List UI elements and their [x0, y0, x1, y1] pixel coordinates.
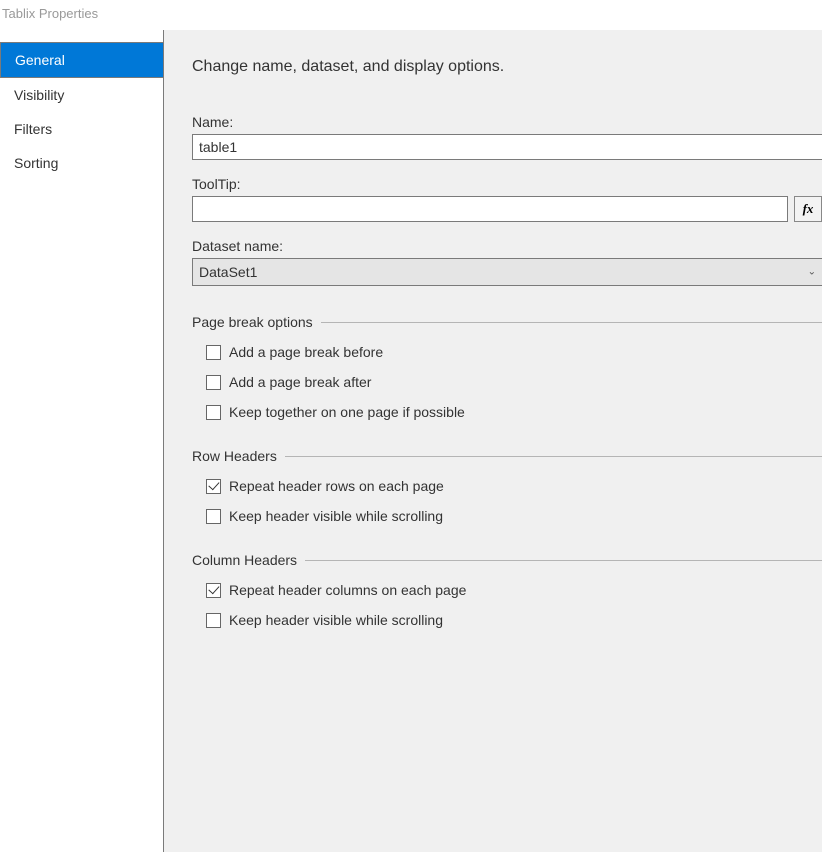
layout: General Visibility Filters Sorting Chang…	[0, 30, 822, 852]
tooltip-input[interactable]	[192, 196, 788, 222]
sidebar-item-filters[interactable]: Filters	[0, 112, 163, 146]
checkbox-label: Add a page break before	[229, 344, 383, 360]
row-headers-group: Row Headers Repeat header rows on each p…	[192, 448, 822, 524]
group-title: Page break options	[192, 314, 321, 330]
checkbox-page-break-before[interactable]: Add a page break before	[206, 344, 822, 360]
tooltip-row: ToolTip: fx	[192, 176, 822, 222]
fx-icon: fx	[803, 201, 814, 217]
checkbox-label: Keep together on one page if possible	[229, 404, 465, 420]
dataset-select-wrap: DataSet1 ⌄	[192, 258, 822, 286]
checkbox-repeat-column-headers[interactable]: Repeat header columns on each page	[206, 582, 822, 598]
sidebar-item-sorting[interactable]: Sorting	[0, 146, 163, 180]
sidebar-item-label: General	[15, 52, 65, 68]
checkbox-keep-row-header-visible[interactable]: Keep header visible while scrolling	[206, 508, 822, 524]
window-title: Tablix Properties	[0, 0, 822, 30]
column-headers-group: Column Headers Repeat header columns on …	[192, 552, 822, 628]
name-input[interactable]	[192, 134, 822, 160]
checkbox-icon	[206, 509, 221, 524]
checkbox-label: Add a page break after	[229, 374, 371, 390]
main-panel: Change name, dataset, and display option…	[163, 30, 822, 852]
checkbox-keep-together[interactable]: Keep together on one page if possible	[206, 404, 822, 420]
checkbox-label: Keep header visible while scrolling	[229, 612, 443, 628]
sidebar-item-label: Sorting	[14, 155, 58, 171]
checkbox-label: Repeat header columns on each page	[229, 582, 466, 598]
sidebar-item-general[interactable]: General	[0, 42, 163, 78]
group-header: Page break options	[192, 314, 822, 330]
page-heading: Change name, dataset, and display option…	[192, 58, 822, 76]
group-header: Row Headers	[192, 448, 822, 464]
divider	[321, 322, 822, 323]
sidebar-item-label: Visibility	[14, 87, 64, 103]
page-break-group: Page break options Add a page break befo…	[192, 314, 822, 420]
group-title: Row Headers	[192, 448, 285, 464]
checkbox-icon	[206, 345, 221, 360]
sidebar: General Visibility Filters Sorting	[0, 30, 163, 852]
checkbox-keep-column-header-visible[interactable]: Keep header visible while scrolling	[206, 612, 822, 628]
name-label: Name:	[192, 114, 822, 130]
checkbox-icon	[206, 479, 221, 494]
dataset-row: Dataset name: DataSet1 ⌄	[192, 238, 822, 286]
checkbox-label: Keep header visible while scrolling	[229, 508, 443, 524]
group-title: Column Headers	[192, 552, 305, 568]
checkbox-label: Repeat header rows on each page	[229, 478, 444, 494]
name-row: Name:	[192, 114, 822, 160]
tooltip-label: ToolTip:	[192, 176, 822, 192]
fx-button[interactable]: fx	[794, 196, 822, 222]
tooltip-input-row: fx	[192, 196, 822, 222]
divider	[305, 560, 822, 561]
sidebar-item-label: Filters	[14, 121, 52, 137]
checkbox-page-break-after[interactable]: Add a page break after	[206, 374, 822, 390]
dataset-label: Dataset name:	[192, 238, 822, 254]
checkbox-icon	[206, 583, 221, 598]
sidebar-item-visibility[interactable]: Visibility	[0, 78, 163, 112]
checkbox-icon	[206, 405, 221, 420]
dataset-select[interactable]: DataSet1	[192, 258, 822, 286]
group-header: Column Headers	[192, 552, 822, 568]
divider	[285, 456, 822, 457]
checkbox-repeat-row-headers[interactable]: Repeat header rows on each page	[206, 478, 822, 494]
checkbox-icon	[206, 613, 221, 628]
checkbox-icon	[206, 375, 221, 390]
